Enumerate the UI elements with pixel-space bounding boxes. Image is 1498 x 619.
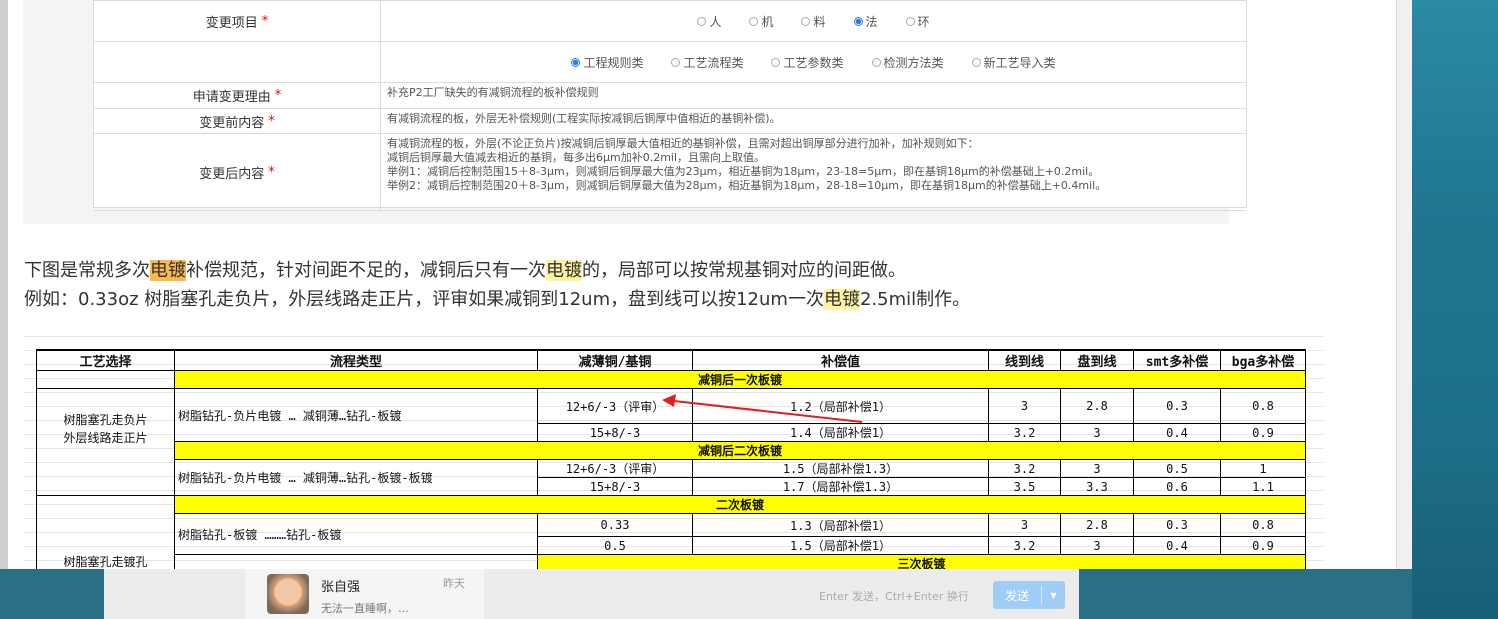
form-text-line: 补充P2工厂缺失的有减铜流程的板补偿规则 [387,86,599,99]
radio-option[interactable]: 料 [801,13,826,30]
chat-contact-item[interactable]: 张自强 昨天 无法一直睡啊，… [245,569,484,619]
radio-option[interactable]: 工程规则类 [571,54,643,71]
paragraph-line-1: 下图是常规多次电镀补偿规范，针对间距不足的，减铜后只有一次电镀的，局部可以按常规… [24,256,906,282]
radio-checked-icon[interactable] [571,57,581,67]
message-time: 昨天 [443,577,465,590]
chat-bar: 张自强 昨天 无法一直睡啊，… Enter 发送，Ctrl+Enter 换行 发… [104,569,1079,619]
radio-label: 新工艺导入类 [983,55,1056,70]
form-row: 工程规则类 工艺流程类 工艺参数类 检测方法类 新工艺导入类 [94,42,1246,83]
radio-unchecked-icon[interactable] [801,16,811,26]
radio-group: 工程规则类 工艺流程类 工艺参数类 检测方法类 新工艺导入类 [381,42,1246,82]
send-hint: Enter 发送，Ctrl+Enter 换行 [819,590,969,603]
highlighted-text: 电镀 [823,289,860,310]
form-text-line: 有减铜流程的板，外层(不论正负片)按减铜后铜厚最大值相近的基铜补偿，且需对超出铜… [387,137,979,150]
radio-unchecked-icon[interactable] [971,57,981,67]
form-label: 申请变更理由 * [94,83,381,108]
form-text-line: 减铜后铜厚最大值减去相近的基铜，每多出6μm加补0.2mil，且需向上取值。 [387,151,766,164]
send-button[interactable]: 发送 ▼ [993,581,1065,609]
radio-label: 人 [709,14,722,29]
radio-option[interactable]: 新工艺导入类 [971,54,1056,71]
spreadsheet-screenshot: 工艺选择 流程类型 减薄铜/基铜 补偿值 线到线 盘到线 smt多补偿 bga多… [24,336,1324,569]
radio-option[interactable]: 环 [905,13,930,30]
form-label-text: 变更前内容 [199,115,265,131]
annotation-arrow [662,394,863,423]
contact-name: 张自强 [321,580,361,595]
paragraph-text: 的，局部可以按常规基铜对应的间距做。 [582,260,906,281]
radio-option[interactable]: 机 [749,13,773,30]
desktop-background [1412,0,1498,619]
paragraph-text: 下图是常规多次 [24,260,150,281]
radio-label: 料 [813,14,826,29]
vertical-scrollbar[interactable] [1396,0,1412,569]
form-text-line: 举例2：减铜后控制范围20＋8-3μm，则减铜后铜厚最大值为28μm，相近基铜为… [387,179,1107,192]
radio-label: 环 [917,14,930,29]
form-value: 补充P2工厂缺失的有减铜流程的板补偿规则 [381,83,1246,108]
radio-label: 检测方法类 [883,55,944,70]
radio-unchecked-icon[interactable] [671,57,681,67]
radio-unchecked-icon[interactable] [697,16,707,26]
form-row: 申请变更理由 * 补充P2工厂缺失的有减铜流程的板补偿规则 [94,83,1246,109]
form-row: 变更项目 * 人 机 料 法 环 [94,1,1246,42]
form-label [94,42,381,82]
paragraph-text: 2.5mil制作。 [859,289,971,310]
radio-label: 机 [761,14,774,29]
change-form: 变更项目 * 人机料法环工程规则类 工艺流程类 工艺参数类 检测方法类 新工艺导入类 申请变更… [93,0,1247,211]
highlighted-text: 电镀 [150,260,186,281]
form-value: 有减铜流程的板，外层无补偿规则(工程实际按减铜后铜厚中值相近的基铜补偿)。 [381,109,1246,133]
paragraph-text: 例如：0.33oz 树脂塞孔走负片，外层线路走正片，评审如果减铜到12um，盘到… [24,289,824,310]
radio-option[interactable]: 检测方法类 [871,54,944,71]
required-marker: * [274,88,282,103]
radio-label: 工程规则类 [583,55,644,70]
radio-option[interactable]: 工艺参数类 [771,54,844,71]
form-label: 变更后内容 * [94,134,381,210]
required-marker: * [268,113,275,129]
message-preview: 无法一直睡啊，… [321,602,409,615]
send-label: 发送 [1004,588,1029,603]
paragraph-text: 补偿规范，针对间距不足的，减铜后只有一次 [186,260,546,281]
required-marker: * [268,164,275,180]
radio-label: 法 [865,14,878,29]
form-label-text: 变更后内容 [199,166,265,182]
radio-unchecked-icon[interactable] [871,57,881,67]
form-text: 补充P2工厂缺失的有减铜流程的板补偿规则 [381,83,1246,103]
form-row: 变更后内容 * 有减铜流程的板，外层(不论正负片)按减铜后铜厚最大值相近的基铜补偿，… [94,134,1246,211]
radio-option[interactable]: 人 [697,13,721,30]
form-label-text: 变更项目 [205,15,258,31]
radio-unchecked-icon[interactable] [771,57,781,67]
form-value: 有减铜流程的板，外层(不论正负片)按减铜后铜厚最大值相近的基铜补偿，且需对超出铜… [381,134,1246,210]
radio-unchecked-icon[interactable] [749,16,759,26]
highlighted-text: 电镀 [546,260,582,281]
paragraph-line-2: 例如：0.33oz 树脂塞孔走负片，外层线路走正片，评审如果减铜到12um，盘到… [24,285,970,311]
radio-unchecked-icon[interactable] [905,16,915,26]
form-text: 有减铜流程的板，外层(不论正负片)按减铜后铜厚最大值相近的基铜补偿，且需对超出铜… [381,134,1246,196]
radio-label: 工艺参数类 [783,55,844,70]
radio-group: 人机料法环 [381,1,1246,41]
arrow-line [673,400,863,423]
window-left-border [0,0,8,569]
arrow-head [662,394,676,407]
form-label: 变更前内容 * [94,109,381,133]
chevron-down-icon[interactable]: ▼ [1042,591,1065,600]
radio-checked-icon[interactable] [853,16,863,26]
avatar [267,574,309,614]
form-text: 有减铜流程的板，外层无补偿规则(工程实际按减铜后铜厚中值相近的基铜补偿)。 [381,109,1246,129]
form-row: 变更前内容 * 有减铜流程的板，外层无补偿规则(工程实际按减铜后铜厚中值相近的基铜补… [94,109,1246,134]
form-value: 工程规则类 工艺流程类 工艺参数类 检测方法类 新工艺导入类 [381,42,1246,82]
radio-option[interactable]: 法 [853,13,878,30]
change-form-screenshot: 变更项目 * 人机料法环工程规则类 工艺流程类 工艺参数类 检测方法类 新工艺导入类 申请变更… [23,0,1247,224]
radio-option[interactable]: 工艺流程类 [671,54,743,71]
form-text-line: 举例1：减铜后控制范围15＋8-3μm，则减铜后铜厚最大值为23μm，相近基铜为… [387,165,1100,178]
form-label-text: 申请变更理由 [192,90,271,105]
form-text-line: 有减铜流程的板，外层无补偿规则(工程实际按减铜后铜厚中值相近的基铜补偿)。 [387,112,781,125]
document-window: 变更项目 * 人机料法环工程规则类 工艺流程类 工艺参数类 检测方法类 新工艺导入类 申请变更… [0,0,1412,569]
form-value: 人机料法环 [381,1,1246,41]
radio-label: 工艺流程类 [683,55,744,70]
required-marker: * [261,13,269,29]
form-label: 变更项目 * [94,1,381,41]
